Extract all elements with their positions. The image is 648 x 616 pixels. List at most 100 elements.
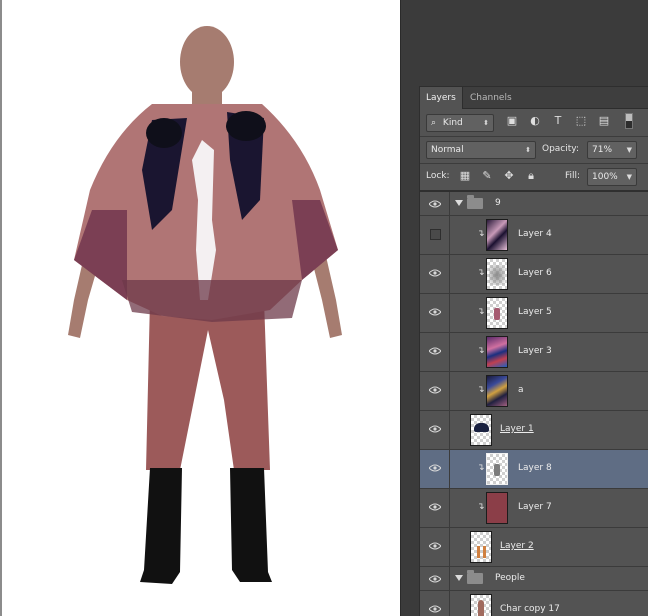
fill-value: 100% xyxy=(592,172,618,182)
shape-filter-icon[interactable]: ⬚ xyxy=(574,114,588,128)
expand-triangle-icon[interactable] xyxy=(455,200,463,206)
layer-name[interactable]: People xyxy=(495,573,525,583)
eye-icon xyxy=(429,308,441,316)
eye-icon xyxy=(429,347,441,355)
layer-row[interactable]: ↴ Layer 5 xyxy=(420,294,648,333)
clipping-mask-icon: ↴ xyxy=(477,385,485,395)
eye-icon xyxy=(429,200,441,208)
clipping-mask-icon: ↴ xyxy=(477,229,485,239)
layer-row[interactable]: ↴ Layer 7 xyxy=(420,489,648,528)
opacity-label: Opacity: xyxy=(542,144,579,154)
layer-name[interactable]: Layer 7 xyxy=(518,502,552,512)
filter-toggle-icon[interactable] xyxy=(625,113,635,129)
layer-group-row[interactable]: People xyxy=(420,567,648,591)
eye-icon xyxy=(429,575,441,583)
layer-row[interactable]: Layer 2 xyxy=(420,528,648,567)
visibility-toggle[interactable] xyxy=(420,372,450,410)
figure-left-boot xyxy=(140,468,182,584)
layer-name[interactable]: a xyxy=(518,385,524,395)
layer-thumbnail xyxy=(470,531,492,563)
layer-thumbnail xyxy=(486,297,508,329)
eye-icon xyxy=(429,542,441,550)
layer-row[interactable]: Char copy 17 xyxy=(420,591,648,616)
lock-label: Lock: xyxy=(426,171,450,181)
visibility-toggle[interactable] xyxy=(420,591,450,616)
layer-name[interactable]: Layer 5 xyxy=(518,307,552,317)
layer-thumbnail xyxy=(486,336,508,368)
tab-layers[interactable]: Layers xyxy=(420,87,463,109)
adjustment-filter-icon[interactable]: ◐ xyxy=(528,114,542,128)
eye-icon xyxy=(429,386,441,394)
layers-panel: Layers Channels ⌕ Kind ⬍ ▣ ◐ T ⬚ ▤ Norma… xyxy=(419,86,648,616)
chevron-down-icon[interactable]: ▼ xyxy=(627,169,632,185)
filter-kind-select[interactable]: ⌕ Kind ⬍ xyxy=(426,114,494,132)
figure-pants xyxy=(146,300,270,470)
opacity-value: 71% xyxy=(592,145,613,155)
layer-thumbnail xyxy=(486,219,508,251)
clipping-mask-icon: ↴ xyxy=(477,307,485,317)
blend-mode-select[interactable]: Normal ⬍ xyxy=(426,141,536,159)
layer-row[interactable]: ↴ Layer 4 xyxy=(420,216,648,255)
tab-channels[interactable]: Channels xyxy=(464,87,518,109)
chevron-down-icon[interactable]: ▼ xyxy=(627,142,632,158)
visibility-toggle[interactable] xyxy=(420,216,450,254)
document-canvas[interactable] xyxy=(0,0,400,616)
fill-field[interactable]: 100% ▼ xyxy=(587,168,637,186)
layer-name[interactable]: 9 xyxy=(495,198,501,208)
layer-row[interactable]: ↴ Layer 3 xyxy=(420,333,648,372)
layer-row[interactable]: ↴ Layer 6 xyxy=(420,255,648,294)
character-figure-artwork xyxy=(68,26,342,584)
type-filter-icon[interactable]: T xyxy=(551,114,565,128)
eye-icon xyxy=(429,269,441,277)
layer-name[interactable]: Layer 4 xyxy=(518,229,552,239)
opacity-field[interactable]: 71% ▼ xyxy=(587,141,637,159)
layer-name[interactable]: Layer 3 xyxy=(518,346,552,356)
figure-head xyxy=(180,26,234,98)
visibility-toggle[interactable] xyxy=(420,333,450,371)
lock-paint-icon[interactable]: ✎ xyxy=(480,169,494,183)
visibility-toggle[interactable] xyxy=(420,567,450,590)
lock-position-icon[interactable]: ✥ xyxy=(502,169,516,183)
eye-icon xyxy=(429,425,441,433)
visibility-toggle[interactable] xyxy=(420,528,450,566)
visibility-toggle[interactable] xyxy=(420,255,450,293)
layer-thumbnail xyxy=(486,258,508,290)
eye-icon xyxy=(429,464,441,472)
visibility-toggle[interactable] xyxy=(420,489,450,527)
layer-name[interactable]: Char copy 17 xyxy=(500,604,560,614)
blend-mode-value: Normal xyxy=(431,145,464,155)
layer-row[interactable]: ↴ a xyxy=(420,372,648,411)
layer-row[interactable]: Layer 1 xyxy=(420,411,648,450)
layer-name[interactable]: Layer 2 xyxy=(500,541,534,551)
clipping-mask-icon: ↴ xyxy=(477,502,485,512)
layer-name[interactable]: Layer 6 xyxy=(518,268,552,278)
smart-object-filter-icon[interactable]: ▤ xyxy=(597,114,611,128)
hidden-checkbox-icon xyxy=(430,229,441,240)
layer-thumbnail xyxy=(486,453,508,485)
clipping-mask-icon: ↴ xyxy=(477,268,485,278)
poncho-ornament-right xyxy=(226,111,266,141)
layer-thumbnail xyxy=(486,375,508,407)
folder-icon xyxy=(467,570,483,584)
layer-name[interactable]: Layer 8 xyxy=(518,463,552,473)
visibility-toggle[interactable] xyxy=(420,192,450,215)
layer-row-selected[interactable]: ↴ Layer 8 xyxy=(420,450,648,489)
eye-icon xyxy=(429,503,441,511)
expand-triangle-icon[interactable] xyxy=(455,575,463,581)
poncho-hem xyxy=(122,280,302,322)
visibility-toggle[interactable] xyxy=(420,450,450,488)
poncho-ornament-left xyxy=(146,118,182,148)
image-filter-icon[interactable]: ▣ xyxy=(505,114,519,128)
clipping-mask-icon: ↴ xyxy=(477,346,485,356)
lock-row: Lock: ▦ ✎ ✥ 🔒︎ Fill: 100% ▼ xyxy=(420,164,648,190)
figure-right-boot xyxy=(230,468,272,582)
layer-thumbnail xyxy=(470,414,492,446)
fill-label: Fill: xyxy=(565,171,581,181)
visibility-toggle[interactable] xyxy=(420,411,450,449)
visibility-toggle[interactable] xyxy=(420,294,450,332)
lock-all-icon[interactable]: 🔒︎ xyxy=(524,169,538,183)
layer-filter-row: ⌕ Kind ⬍ ▣ ◐ T ⬚ ▤ xyxy=(420,110,648,136)
layer-name[interactable]: Layer 1 xyxy=(500,424,534,434)
layer-group-row[interactable]: 9 xyxy=(420,192,648,216)
lock-transparency-icon[interactable]: ▦ xyxy=(458,169,472,183)
